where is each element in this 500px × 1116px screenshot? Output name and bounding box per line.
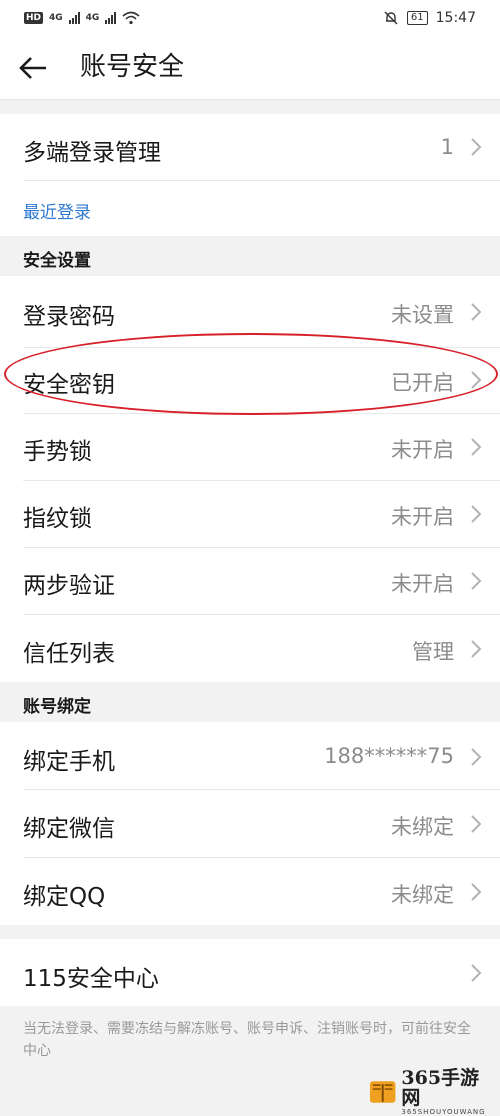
row-label: 115安全中心 [23,966,159,992]
row-label: 信任列表 [23,641,115,667]
bind-qq-row[interactable]: 绑定QQ 未绑定 [0,857,500,925]
signal-icon [68,12,80,24]
status-bar: HD 4G 4G 61 15:47 [0,0,500,36]
app-header: 账号安全 [0,36,500,100]
security-section-title: 安全设置 [23,251,91,271]
footer-note: 当无法登录、需要冻结与解冻账号、账号申诉、注销账号时，可前往安全中心 [23,1021,471,1059]
chevron-right-icon [471,138,482,156]
chevron-right-icon [471,640,482,658]
recent-login-row[interactable]: 最近登录 [0,180,500,236]
login-password-row[interactable]: 登录密码 未设置 [0,276,500,347]
chevron-right-icon [471,438,482,456]
chevron-right-icon [471,748,482,766]
two-step-verification-row[interactable]: 两步验证 未开启 [0,547,500,614]
row-label: 绑定QQ [23,884,106,910]
chevron-right-icon [471,964,482,982]
security-key-row[interactable]: 安全密钥 已开启 [0,347,500,413]
chevron-right-icon [471,303,482,321]
row-value: 未开启 [391,505,454,529]
security-center-row[interactable]: 115安全中心 [0,939,500,1006]
row-value: 未设置 [391,303,454,327]
chevron-right-icon [471,572,482,590]
back-arrow-icon[interactable] [18,54,48,82]
book-logo-icon [369,1081,396,1103]
multi-login-row[interactable]: 多端登录管理 1 [0,114,500,180]
watermark-text: 365手游网 [401,1067,480,1109]
row-value: 未开启 [391,572,454,596]
hd-badge: HD [24,12,44,24]
chevron-right-icon [471,371,482,389]
mute-bell-icon [384,11,398,25]
signal-label-1: 4G [49,13,63,23]
row-label: 登录密码 [23,304,115,330]
wifi-icon [122,11,140,25]
signal-label-2: 4G [85,13,100,23]
status-right: 61 15:47 [383,10,476,26]
row-value: 未绑定 [391,815,454,839]
row-value: 未绑定 [391,883,454,907]
bind-wechat-row[interactable]: 绑定微信 未绑定 [0,789,500,857]
battery-icon: 61 [406,11,428,25]
row-label: 手势锁 [23,439,92,465]
row-label: 绑定微信 [23,816,115,842]
row-label: 两步验证 [23,573,115,599]
row-label: 指纹锁 [23,506,92,532]
chevron-right-icon [471,505,482,523]
row-label: 绑定手机 [23,749,115,775]
multi-login-label: 多端登录管理 [23,140,161,166]
clock: 15:47 [435,10,476,26]
row-value: 未开启 [391,438,454,462]
signal-icon [105,12,117,24]
binding-section-title: 账号绑定 [23,697,91,717]
row-label: 安全密钥 [23,372,115,398]
fingerprint-lock-row[interactable]: 指纹锁 未开启 [0,480,500,547]
watermark: 365手游网 365SHOUYOUWANG [368,1068,496,1116]
security-section-header: 安全设置 [0,236,500,276]
trust-list-row[interactable]: 信任列表 管理 [0,614,500,682]
gesture-lock-row[interactable]: 手势锁 未开启 [0,413,500,480]
page-title: 账号安全 [80,52,185,82]
chevron-right-icon [471,883,482,901]
row-value: 已开启 [391,371,454,395]
watermark-subtext: 365SHOUYOUWANG [401,1108,486,1116]
chevron-right-icon [471,815,482,833]
status-left: HD 4G 4G [24,11,140,25]
multi-login-count: 1 [440,135,454,159]
binding-section-header: 账号绑定 [0,682,500,722]
row-value: 管理 [412,640,454,664]
bind-phone-row[interactable]: 绑定手机 188******75 [0,722,500,789]
recent-login-link[interactable]: 最近登录 [23,198,91,223]
row-value: 188******75 [324,744,454,768]
